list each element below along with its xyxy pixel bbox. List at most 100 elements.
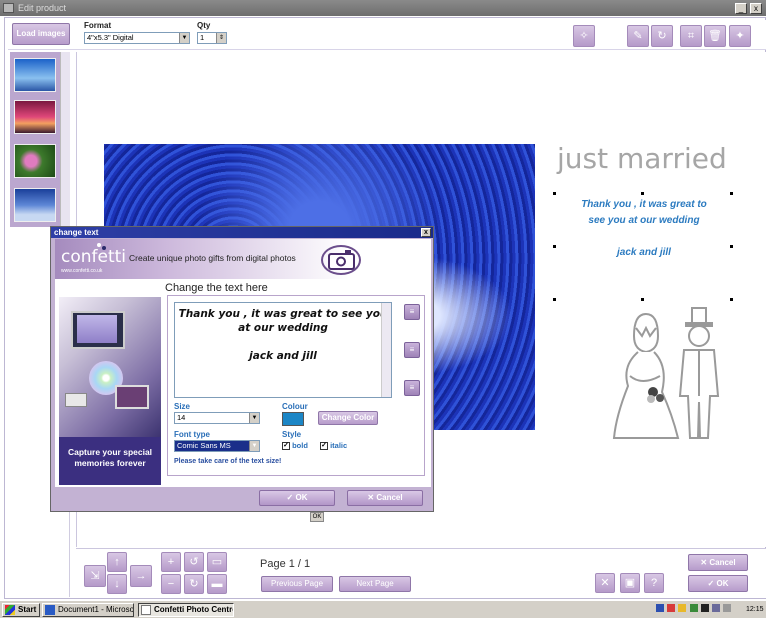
format-select[interactable]: 4"x5.3" Digital ▼ — [84, 32, 190, 44]
text-form: Thank you , it was great to see you at o… — [167, 295, 425, 476]
minimize-button[interactable]: _ — [735, 3, 747, 14]
tray-icon[interactable] — [667, 604, 676, 612]
text-line-1: Thank you , it was great to see you — [178, 308, 388, 320]
zoom-plus-icon[interactable]: + — [161, 552, 181, 572]
bold-checkbox[interactable]: ✓ bold — [282, 441, 308, 451]
wand-icon[interactable]: ✧ — [573, 25, 595, 47]
close-window-button[interactable]: x — [750, 3, 762, 14]
tray-icon[interactable] — [656, 604, 664, 612]
selection-handle[interactable] — [641, 192, 644, 195]
card-text-block[interactable]: Thank you , it was great to see you at o… — [555, 197, 733, 261]
sunset-thumbnail[interactable] — [14, 100, 56, 134]
zoom-minus-icon[interactable]: − — [161, 574, 181, 594]
selection-handle[interactable] — [553, 298, 556, 301]
taskbar-item-document[interactable]: Document1 - Microsoft ... — [42, 603, 134, 617]
previous-page-button[interactable]: Previous Page — [261, 576, 333, 592]
cancel-button-label: Cancel — [709, 558, 736, 567]
preview-icon[interactable]: ▣ — [620, 573, 640, 593]
size-value: 14 — [177, 413, 186, 422]
next-page-button[interactable]: Next Page — [339, 576, 411, 592]
stepper-arrows-icon[interactable]: ⇕ — [216, 33, 226, 43]
cancel-button[interactable]: ✕ Cancel — [688, 554, 748, 571]
qty-stepper[interactable]: 1 ⇕ — [197, 32, 227, 44]
colour-swatch[interactable] — [282, 412, 304, 426]
ok-button[interactable]: ✓ OK — [688, 575, 748, 592]
font-type-label: Font type — [174, 430, 210, 439]
text-line-3 — [175, 335, 391, 349]
selection-handle[interactable] — [730, 192, 733, 195]
align-left-icon[interactable]: ≡ — [404, 304, 420, 320]
selection-handle[interactable] — [641, 298, 644, 301]
bold-label: bold — [292, 441, 308, 450]
text-line-4: jack and jill — [249, 350, 317, 362]
confetti-banner: confetti www.confetti.co.uk Create uniqu… — [55, 239, 431, 279]
pencil-icon[interactable]: ✎ — [627, 25, 649, 47]
size-label: Size — [174, 402, 191, 411]
ok-button-label: OK — [716, 579, 729, 588]
size-select[interactable]: 14 ▼ — [174, 412, 260, 424]
clock[interactable]: 12:15 — [746, 604, 764, 616]
change-colour-button[interactable]: Change Color — [318, 411, 378, 425]
font-type-select[interactable]: Comic Sans MS ▼ — [174, 440, 260, 452]
text-scrollbar[interactable] — [381, 303, 391, 397]
zoom-in-icon[interactable]: ⇲ — [84, 565, 106, 587]
tray-icon[interactable] — [700, 604, 709, 612]
rotate-right-icon[interactable]: ↻ — [184, 574, 204, 594]
tray-icon[interactable] — [712, 604, 721, 612]
help-icon[interactable]: ? — [644, 573, 664, 593]
card-line-2: see you at our wedding — [588, 215, 700, 226]
move-right-icon[interactable]: → — [130, 565, 152, 587]
chevron-down-icon[interactable]: ▼ — [249, 413, 259, 423]
small-ok-button[interactable]: OK — [310, 512, 324, 522]
load-images-button[interactable]: Load images — [12, 23, 70, 45]
rotate-icon[interactable]: ↻ — [651, 25, 673, 47]
camera-icon — [328, 250, 355, 270]
tray-icon[interactable] — [689, 604, 698, 612]
text-size-warning: Please take care of the text size! — [174, 458, 282, 465]
flowers-thumbnail[interactable] — [14, 144, 56, 178]
brand-logo: confetti — [61, 247, 127, 267]
crop-icon[interactable]: ⌗ — [680, 25, 702, 47]
start-button[interactable]: Start — [2, 603, 40, 617]
window-title: Edit product — [18, 3, 67, 13]
italic-checkbox[interactable]: ✓ italic — [320, 441, 347, 451]
selection-handle[interactable] — [730, 298, 733, 301]
fit-icon[interactable]: ▭ — [207, 552, 227, 572]
text-input[interactable]: Thank you , it was great to see you at o… — [174, 302, 392, 398]
task-label: Confetti Photo Centre — [154, 605, 234, 614]
trash-icon[interactable]: 🗑 — [704, 25, 726, 47]
taskbar-item-confetti[interactable]: Confetti Photo Centre — [138, 603, 234, 617]
dialog-cancel-label: Cancel — [376, 493, 403, 502]
format-value: 4"x5.3" Digital — [87, 33, 134, 42]
chevron-down-icon[interactable]: ▼ — [179, 33, 189, 43]
volume-icon[interactable] — [723, 604, 732, 612]
dialog-ok-button[interactable]: ✓ OK — [259, 490, 335, 506]
move-down-icon[interactable]: ↓ — [107, 574, 127, 594]
sidebar-scrollbar[interactable] — [60, 52, 70, 227]
rotate-left-icon[interactable]: ↺ — [184, 552, 204, 572]
selection-handle[interactable] — [553, 192, 556, 195]
blue-sky-thumbnail[interactable] — [14, 58, 56, 92]
change-text-dialog: change text x confetti www.confetti.co.u… — [50, 226, 434, 512]
dialog-close-button[interactable]: x — [421, 228, 431, 237]
qty-value: 1 — [200, 33, 205, 42]
fill-icon[interactable]: ▬ — [207, 574, 227, 594]
dialog-body: confetti www.confetti.co.uk Create uniqu… — [55, 239, 431, 487]
bride-groom-clipart[interactable] — [606, 306, 730, 442]
selection-handle[interactable] — [730, 245, 733, 248]
align-right-icon[interactable]: ≡ — [404, 380, 420, 396]
window-titlebar: Edit product _ x — [0, 0, 766, 16]
style-label: Style — [282, 430, 302, 439]
undo-icon[interactable]: ✕ — [595, 573, 615, 593]
app-icon — [3, 3, 14, 13]
align-center-icon[interactable]: ≡ — [404, 342, 420, 358]
move-up-icon[interactable]: ↑ — [107, 552, 127, 572]
magic-icon[interactable]: ✦ — [729, 25, 751, 47]
brand-url: www.confetti.co.uk — [61, 268, 103, 274]
tray-icon[interactable] — [678, 604, 687, 612]
chevron-down-icon[interactable]: ▼ — [249, 441, 259, 451]
system-tray — [656, 604, 742, 616]
selection-handle[interactable] — [553, 245, 556, 248]
dialog-cancel-button[interactable]: ✕ Cancel — [347, 490, 423, 506]
winter-thumbnail[interactable] — [14, 188, 56, 222]
